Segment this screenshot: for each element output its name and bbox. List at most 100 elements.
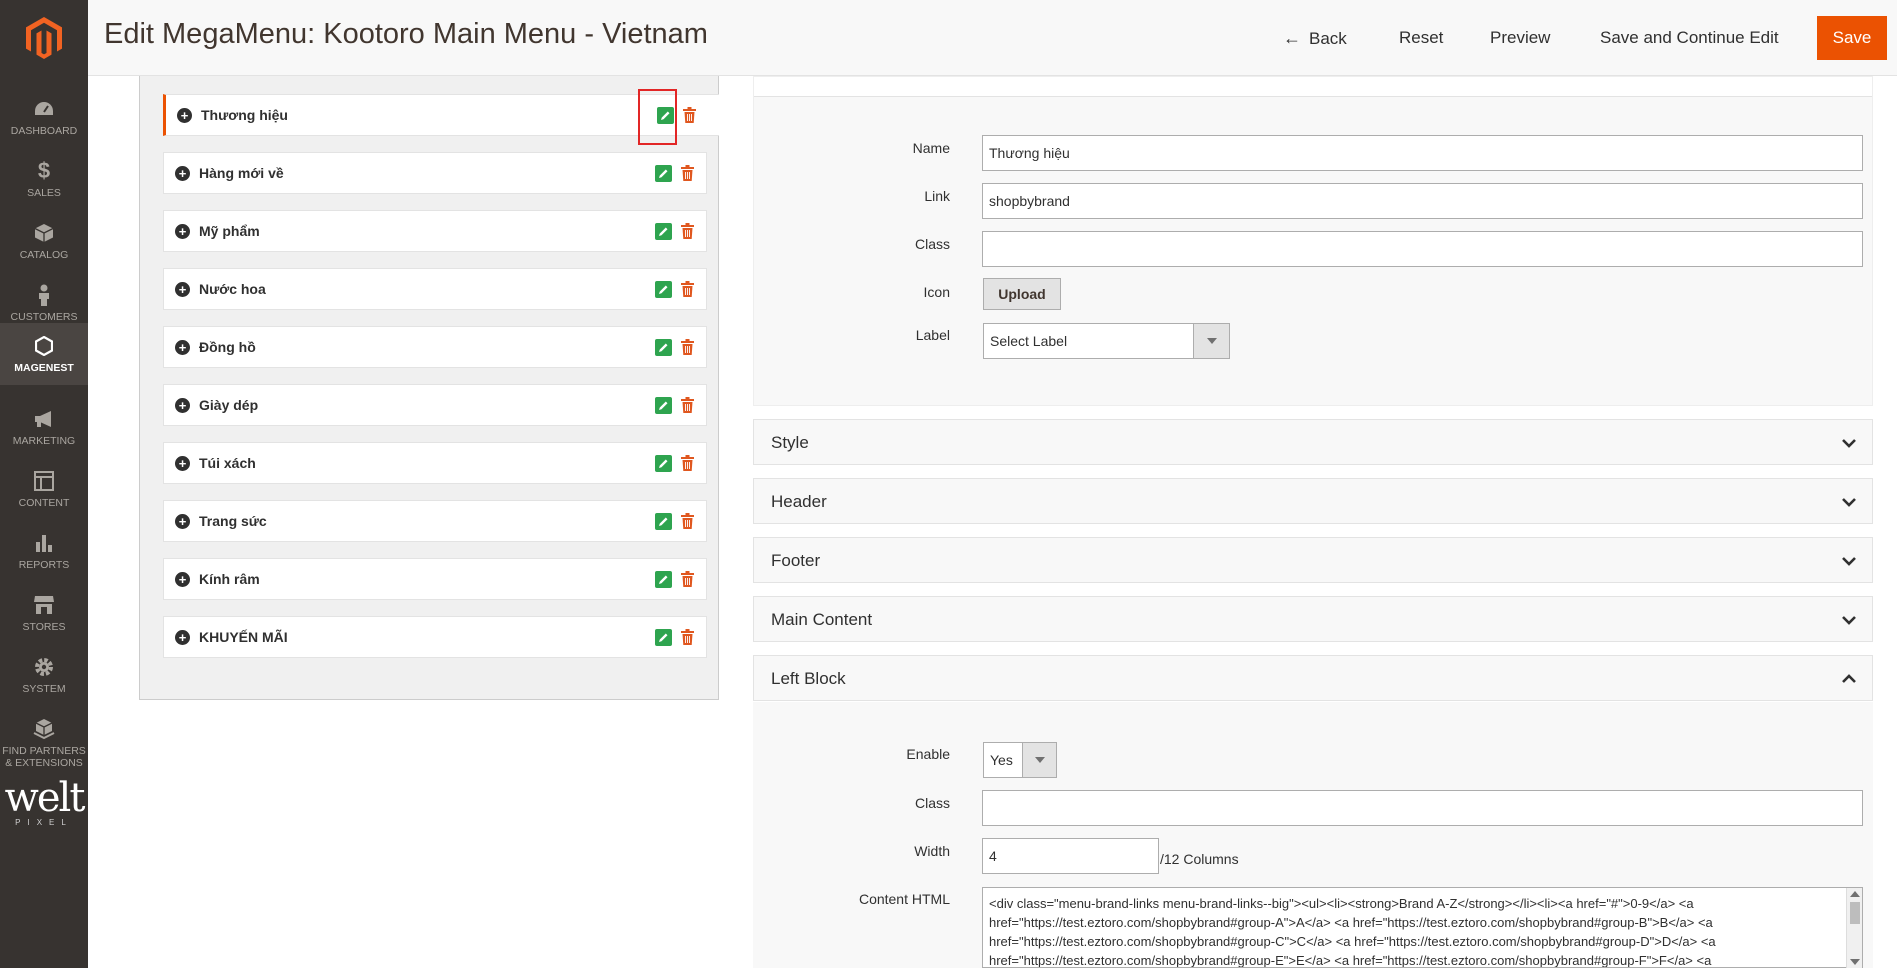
edit-pencil-icon[interactable]	[655, 629, 672, 646]
chevron-down-icon	[1840, 611, 1858, 629]
reset-button[interactable]: Reset	[1399, 22, 1443, 54]
plus-circle-icon[interactable]: +	[175, 630, 190, 645]
edit-pencil-icon[interactable]	[655, 571, 672, 588]
nav-sales-label: SALES	[27, 187, 61, 199]
menu-tree-item[interactable]: + Giày dép	[163, 384, 707, 426]
edit-pencil-icon[interactable]	[655, 165, 672, 182]
left-block-class-input[interactable]	[982, 790, 1863, 826]
link-input[interactable]	[982, 183, 1863, 219]
nav-find-partners-label: FIND PARTNERS & EXTENSIONS	[2, 745, 86, 769]
footer-section[interactable]: Footer	[753, 537, 1873, 583]
menu-tree-item[interactable]: + KHUYẾN MÃI	[163, 616, 707, 658]
edit-pencil-icon[interactable]	[655, 339, 672, 356]
menu-tree-item-label: Đồng hồ	[199, 339, 256, 355]
person-icon	[32, 283, 56, 307]
nav-content-label: CONTENT	[18, 497, 70, 509]
menu-tree-item[interactable]: + Thương hiệu	[163, 94, 719, 136]
enable-select-value: Yes	[990, 752, 1013, 768]
edit-pencil-icon[interactable]	[655, 455, 672, 472]
header-section-title: Header	[771, 492, 827, 511]
save-button[interactable]: Save	[1817, 16, 1887, 60]
trash-icon[interactable]	[679, 454, 695, 472]
class-input[interactable]	[982, 231, 1863, 267]
trash-icon[interactable]	[679, 396, 695, 414]
trash-icon[interactable]	[679, 338, 695, 356]
trash-icon[interactable]	[679, 222, 695, 240]
header-section[interactable]: Header	[753, 478, 1873, 524]
plus-circle-icon[interactable]: +	[177, 108, 192, 123]
store-icon	[32, 593, 56, 617]
trash-icon[interactable]	[679, 512, 695, 530]
scroll-down-icon[interactable]	[1850, 959, 1860, 965]
page-title: Edit MegaMenu: Kootoro Main Menu - Vietn…	[104, 18, 708, 50]
plus-circle-icon[interactable]: +	[175, 398, 190, 413]
nav-sales[interactable]: $ SALES	[0, 148, 88, 210]
main-content-section-title: Main Content	[771, 610, 873, 629]
menu-tree-item[interactable]: + Mỹ phẩm	[163, 210, 707, 252]
admin-sidebar: DASHBOARD $ SALES CATALOG CUSTOMERS MAGE…	[0, 0, 88, 968]
menu-tree-item[interactable]: + Hàng mới về	[163, 152, 707, 194]
upload-button[interactable]: Upload	[983, 278, 1061, 310]
nav-content[interactable]: CONTENT	[0, 458, 88, 520]
plus-circle-icon[interactable]: +	[175, 514, 190, 529]
enable-select[interactable]: Yes	[983, 742, 1057, 778]
trash-icon[interactable]	[679, 280, 695, 298]
plus-circle-icon[interactable]: +	[175, 166, 190, 181]
nav-catalog[interactable]: CATALOG	[0, 210, 88, 272]
width-input[interactable]	[982, 838, 1159, 874]
name-input[interactable]	[982, 135, 1863, 171]
scroll-thumb[interactable]	[1850, 902, 1860, 924]
menu-tree-item[interactable]: + Kính râm	[163, 558, 707, 600]
save-continue-button[interactable]: Save and Continue Edit	[1600, 22, 1779, 54]
edit-pencil-icon[interactable]	[655, 513, 672, 530]
nav-find-partners[interactable]: FIND PARTNERS & EXTENSIONS	[0, 708, 88, 778]
nav-marketing[interactable]: MARKETING	[0, 396, 88, 458]
menu-tree-item[interactable]: + Trang sức	[163, 500, 707, 542]
nav-reports-label: REPORTS	[18, 559, 70, 571]
trash-icon[interactable]	[681, 106, 697, 124]
nav-stores[interactable]: STORES	[0, 582, 88, 644]
edit-pencil-icon[interactable]	[655, 397, 672, 414]
nav-magenest-label: MAGENEST	[14, 362, 74, 374]
link-label: Link	[924, 188, 950, 204]
gear-icon	[32, 655, 56, 679]
nav-dashboard[interactable]: DASHBOARD	[0, 86, 88, 148]
style-section[interactable]: Style	[753, 419, 1873, 465]
weltpixel-logo: welt PIXEL	[0, 778, 88, 827]
menu-tree-item-label: KHUYẾN MÃI	[199, 629, 288, 645]
preview-button[interactable]: Preview	[1490, 22, 1550, 54]
nav-reports[interactable]: REPORTS	[0, 520, 88, 582]
dollar-icon: $	[37, 158, 51, 183]
left-block-section[interactable]: Left Block	[753, 655, 1873, 701]
plus-circle-icon[interactable]: +	[175, 224, 190, 239]
edit-pencil-icon[interactable]	[655, 223, 672, 240]
menu-tree-item-label: Túi xách	[199, 455, 256, 471]
box-icon	[32, 221, 56, 245]
menu-tree-item[interactable]: + Túi xách	[163, 442, 707, 484]
edit-pencil-icon[interactable]	[655, 281, 672, 298]
nav-marketing-label: MARKETING	[12, 435, 76, 447]
trash-icon[interactable]	[679, 628, 695, 646]
magento-logo[interactable]	[0, 0, 88, 76]
plus-circle-icon[interactable]: +	[175, 572, 190, 587]
menu-tree-item-label: Mỹ phẩm	[199, 223, 260, 239]
trash-icon[interactable]	[679, 164, 695, 182]
plus-circle-icon[interactable]: +	[175, 340, 190, 355]
content-html-textarea[interactable]: <div class="menu-brand-links menu-brand-…	[982, 887, 1863, 968]
back-button[interactable]: ← Back	[1283, 22, 1347, 54]
menu-tree-item[interactable]: + Đồng hồ	[163, 326, 707, 368]
main-content-section[interactable]: Main Content	[753, 596, 1873, 642]
nav-system[interactable]: SYSTEM	[0, 644, 88, 706]
label-label: Label	[915, 327, 950, 343]
scroll-up-icon[interactable]	[1850, 891, 1860, 897]
plus-circle-icon[interactable]: +	[175, 456, 190, 471]
menu-tree-item[interactable]: + Nước hoa	[163, 268, 707, 310]
nav-magenest[interactable]: MAGENEST	[0, 323, 88, 385]
menu-tree-item-label: Hàng mới về	[199, 165, 284, 181]
trash-icon[interactable]	[679, 570, 695, 588]
chevron-down-icon	[1840, 552, 1858, 570]
nav-stores-label: STORES	[22, 621, 66, 633]
plus-circle-icon[interactable]: +	[175, 282, 190, 297]
label-select[interactable]: Select Label	[983, 323, 1230, 359]
textarea-scrollbar[interactable]	[1846, 888, 1862, 968]
